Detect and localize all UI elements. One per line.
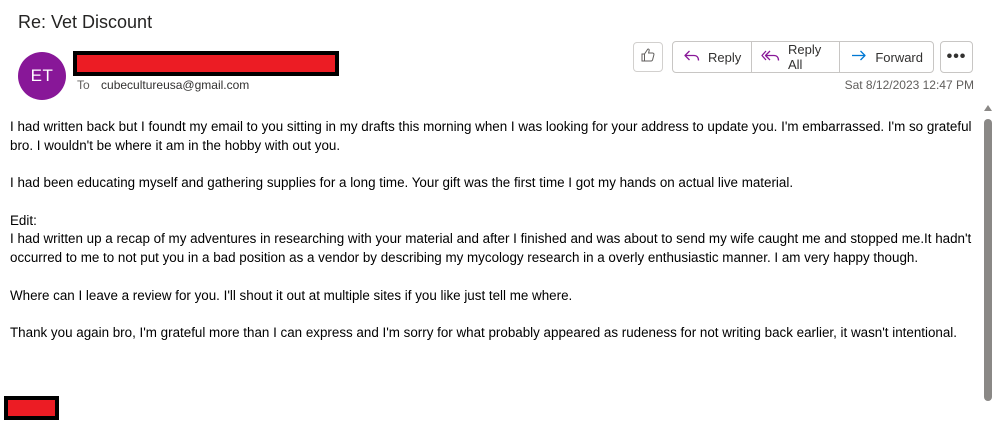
body-paragraph: Thank you again bro, I'm grateful more t… [10, 325, 957, 341]
redacted-signature [4, 396, 59, 420]
forward-icon [850, 48, 875, 67]
email-reading-pane: Re: Vet Discount ET To cubecultureusa@gm… [0, 0, 997, 428]
scroll-thumb[interactable] [984, 119, 992, 401]
sender-avatar[interactable]: ET [18, 52, 66, 100]
reply-icon [683, 48, 708, 67]
sender-initials: ET [30, 66, 54, 85]
more-actions-button[interactable]: ••• [940, 41, 973, 73]
redacted-sender-name [73, 51, 339, 76]
body-paragraph: I had written back but I foundt my email… [10, 119, 972, 153]
scroll-up-arrow-icon[interactable] [984, 105, 992, 111]
recipient-line: To cubecultureusa@gmail.com [77, 78, 249, 92]
email-body: I had written back but I foundt my email… [10, 118, 978, 362]
recipient-address[interactable]: cubecultureusa@gmail.com [101, 78, 249, 92]
reply-label: Reply [708, 49, 742, 65]
like-button[interactable] [633, 42, 663, 72]
sent-date: Sat 8/12/2023 12:47 PM [844, 78, 974, 92]
body-edit-heading: Edit: [10, 212, 37, 228]
forward-label: Forward [875, 49, 923, 65]
body-paragraph: I had been educating myself and gatherin… [10, 175, 794, 191]
reply-all-icon [761, 48, 788, 67]
redaction-fill [8, 400, 55, 416]
to-label: To [77, 78, 90, 92]
email-subject: Re: Vet Discount [18, 12, 153, 32]
more-icon: ••• [946, 48, 967, 65]
body-paragraph: I had written up a recap of my adventure… [10, 231, 972, 265]
reply-all-label: Reply All [788, 42, 822, 72]
thumbs-up-icon [640, 47, 656, 68]
reply-all-button[interactable]: Reply All [751, 42, 839, 72]
reply-button[interactable]: Reply [673, 42, 751, 72]
body-paragraph: Where can I leave a review for you. I'll… [10, 287, 573, 303]
redaction-fill [77, 55, 335, 72]
forward-button[interactable]: Forward [839, 42, 933, 72]
message-actions: Reply Reply All Forward [672, 41, 934, 73]
vertical-scrollbar[interactable] [981, 103, 995, 428]
